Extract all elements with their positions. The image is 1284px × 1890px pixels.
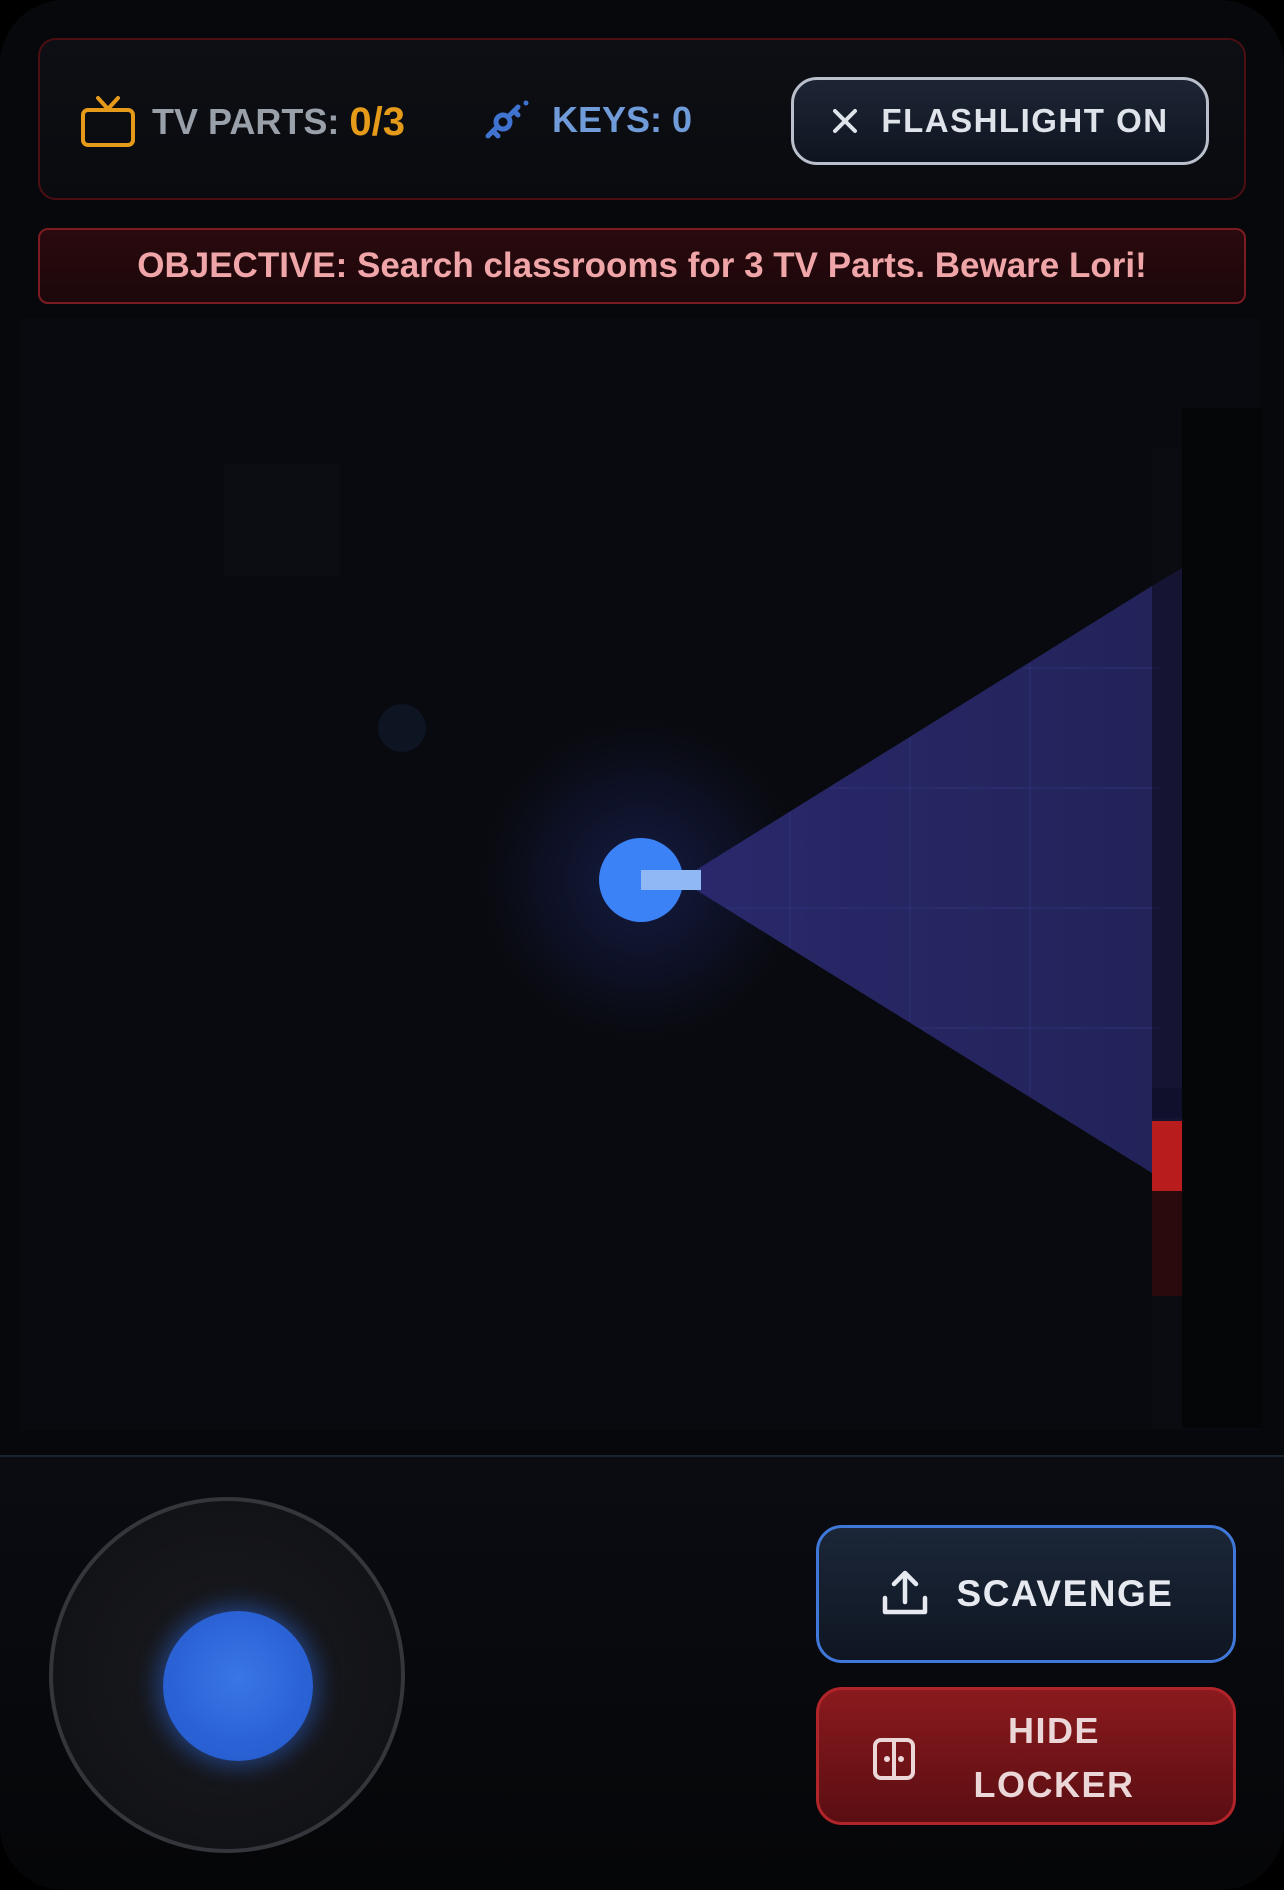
item-spot <box>378 704 426 752</box>
player-flashlight <box>641 870 701 890</box>
tv-parts-counter: TV PARTS: 0/3 <box>80 96 405 148</box>
keys-label: KEYS: <box>552 99 663 140</box>
locker-icon <box>871 1736 917 1782</box>
red-door <box>1152 1121 1182 1191</box>
upload-icon <box>879 1568 931 1620</box>
joystick-base[interactable] <box>49 1497 405 1853</box>
red-door-shadow <box>1152 1191 1182 1296</box>
desk <box>224 464 340 576</box>
key-icon <box>482 98 530 142</box>
game-viewport[interactable] <box>0 318 1284 1448</box>
objective-banner: OBJECTIVE: Search classrooms for 3 TV Pa… <box>38 228 1246 304</box>
game-screen: TV PARTS: 0/3 KEYS: 0 FLASHLIGHT ON OBJE… <box>0 0 1284 1890</box>
objective-text: OBJECTIVE: Search classrooms for 3 TV Pa… <box>137 246 1147 285</box>
beam-wall-hit <box>1152 568 1182 1188</box>
close-icon <box>831 107 859 135</box>
scavenge-button[interactable]: SCAVENGE <box>816 1525 1236 1663</box>
keys-counter: KEYS: 0 <box>482 98 692 142</box>
hud-panel: TV PARTS: 0/3 KEYS: 0 FLASHLIGHT ON <box>38 38 1246 200</box>
hide-locker-label: HIDE LOCKER <box>973 1710 1135 1805</box>
tv-parts-label: TV PARTS: <box>152 101 340 142</box>
flashlight-label: FLASHLIGHT ON <box>881 102 1169 139</box>
scavenge-label: SCAVENGE <box>956 1573 1174 1614</box>
tv-parts-value: 0/3 <box>349 99 405 144</box>
keys-value: 0 <box>672 99 693 140</box>
joystick-knob[interactable] <box>163 1611 313 1761</box>
tv-icon <box>80 96 136 148</box>
controls-panel: SCAVENGE HIDE LOCKER <box>0 1455 1284 1890</box>
hide-locker-button[interactable]: HIDE LOCKER <box>816 1687 1236 1825</box>
flashlight-toggle-button[interactable]: FLASHLIGHT ON <box>791 77 1209 165</box>
